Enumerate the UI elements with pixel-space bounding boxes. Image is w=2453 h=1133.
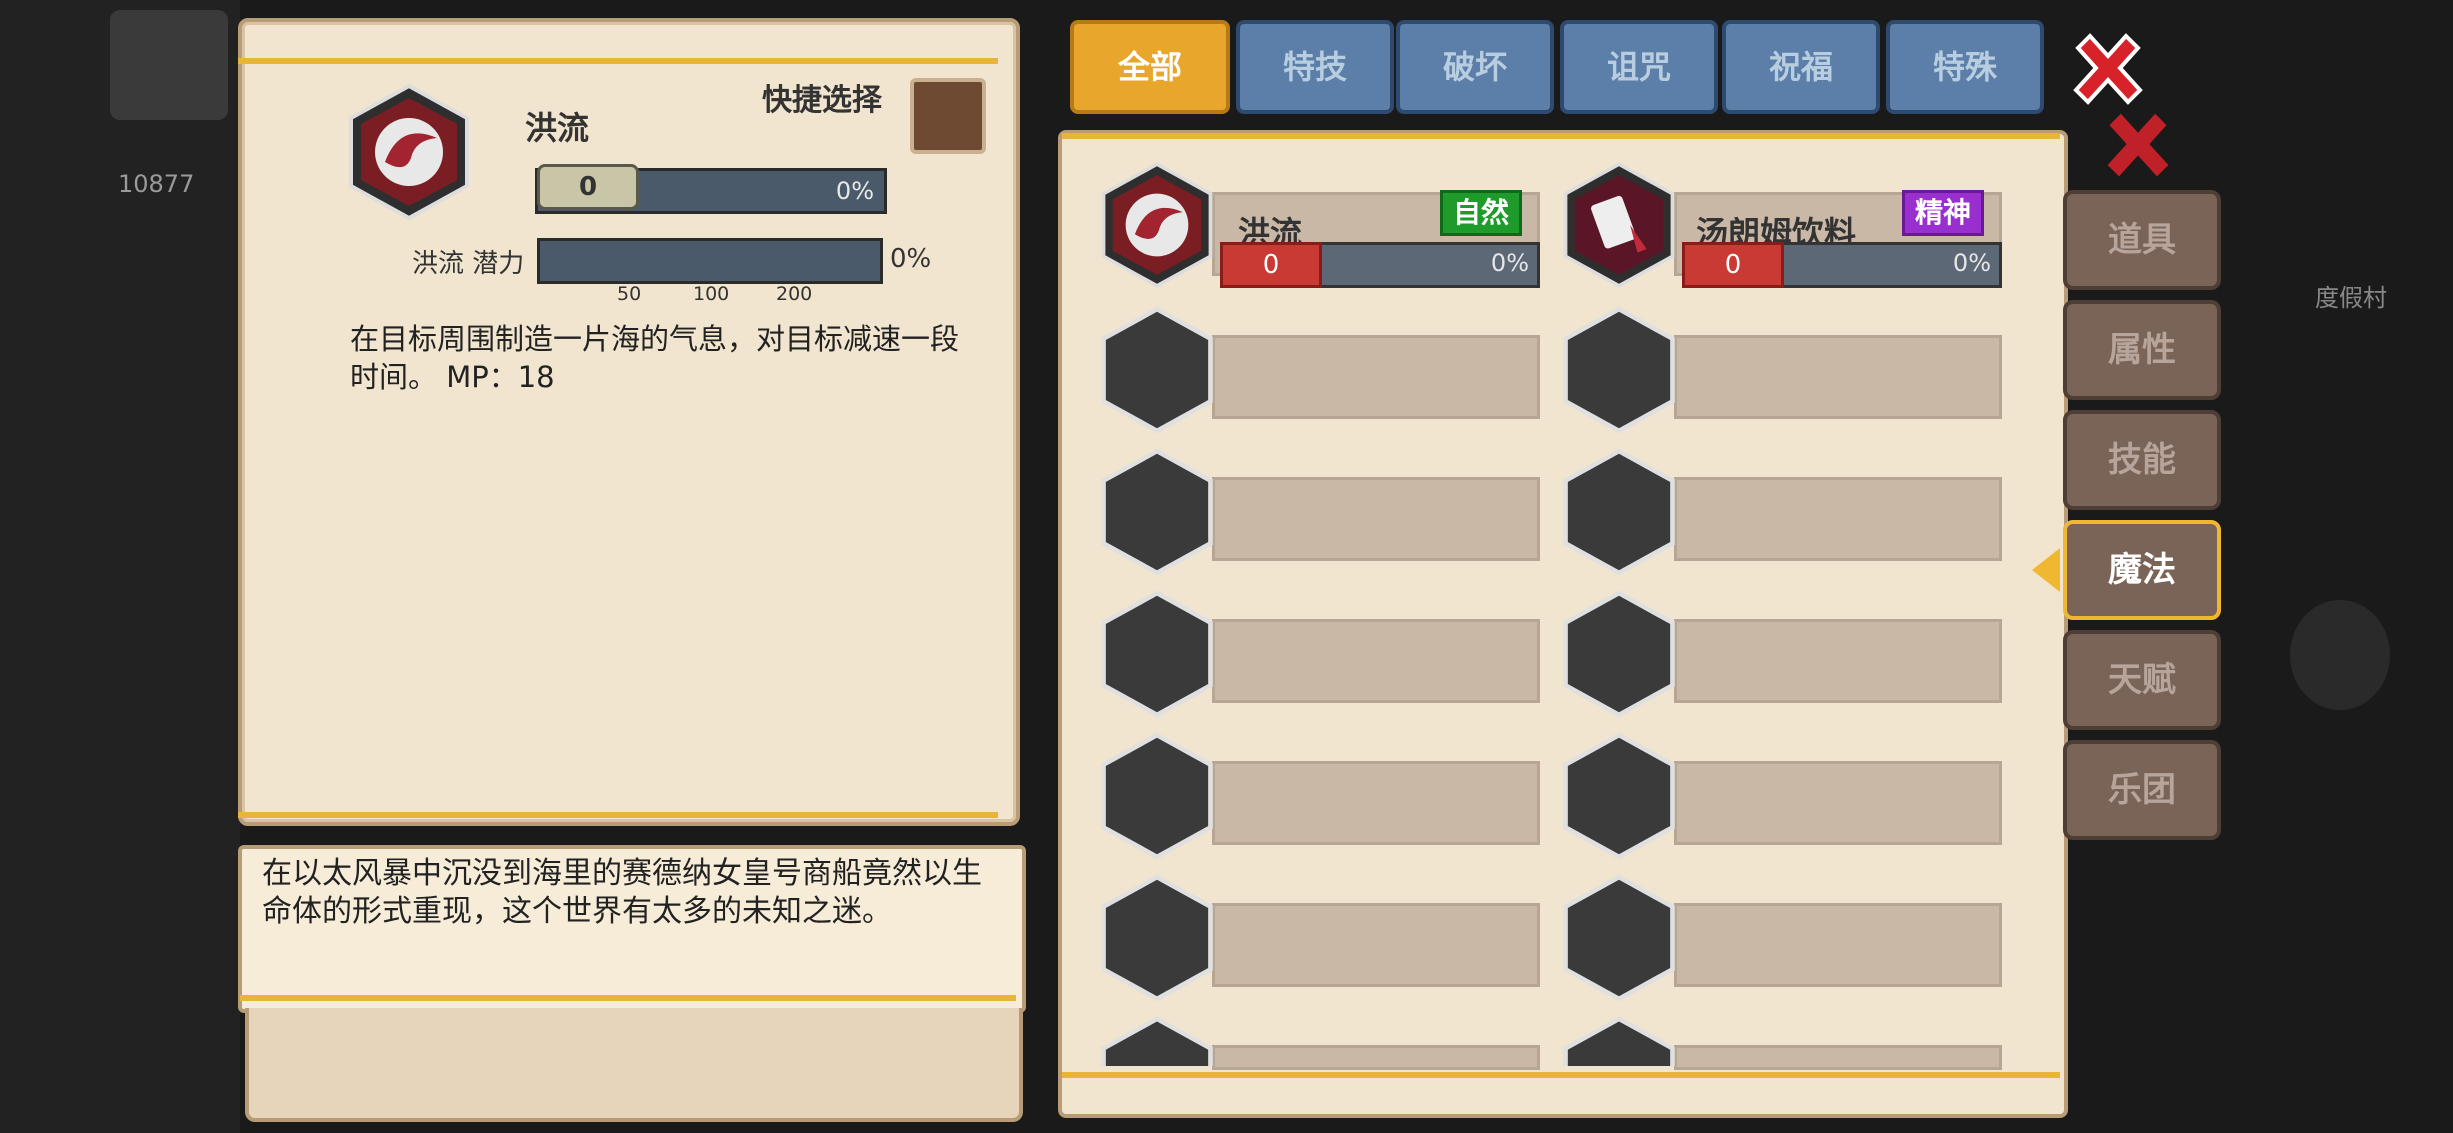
empty-slot-bar[interactable] [1212,477,1540,561]
side-tab-items[interactable]: 道具 [2063,190,2221,290]
close-icon-secondary[interactable] [2100,108,2176,184]
skill-name: 洪流 [525,109,590,147]
empty-slot-bar[interactable] [1674,761,2002,845]
skill-level-pct: 0% [1952,249,1991,277]
potential-pct: 0% [890,244,932,274]
lore-text: 在以太风暴中沉没到海里的赛德纳女皇号商船竟然以生命体的形式重现，这个世界有太多的… [262,856,982,929]
list-bottom-line [1062,1072,2060,1078]
panel-divider [238,812,998,818]
empty-slot-bar[interactable] [1674,477,2002,561]
tab-all[interactable]: 全部 [1070,20,1230,114]
potential-bar [537,238,883,284]
empty-slot-hex-icon[interactable] [1098,1015,1216,1066]
tag-spirit: 精神 [1902,190,1985,236]
tab-bless[interactable]: 祝福 [1722,20,1880,114]
skill-level-pct: 0% [1490,249,1529,277]
panel-divider [238,58,998,64]
rum-drink-skill-icon[interactable] [1560,160,1678,290]
potential-tick-50: 50 [617,283,642,305]
empty-slot-hex-icon[interactable] [1560,731,1678,861]
skill-description: 在目标周围制造一片海的气息，对目标减速一段时间。 MP：18 [350,322,960,394]
tag-nature: 自然 [1440,190,1523,236]
empty-slot-hex-icon[interactable] [1560,873,1678,1003]
skill-level-pct: 0% [835,177,874,205]
resort-label: 度假村 [2315,284,2387,312]
empty-slot-bar[interactable] [1212,761,1540,845]
empty-slot-bar[interactable] [1212,619,1540,703]
empty-slot-hex-icon[interactable] [1560,305,1678,435]
potential-tick-200: 200 [776,283,813,305]
panel-footer [245,1008,1023,1122]
empty-slot-hex-icon[interactable] [1098,305,1216,435]
skill-level-value: 0 [1220,242,1322,288]
tab-stunt[interactable]: 特技 [1236,20,1394,114]
flood-skill-icon [349,83,469,221]
empty-slot-hex-icon[interactable] [1560,589,1678,719]
close-icon[interactable] [2068,30,2148,110]
empty-slot-bar[interactable] [1212,903,1540,987]
empty-slot-hex-icon[interactable] [1560,447,1678,577]
active-tab-pointer [2032,548,2060,592]
tab-curse[interactable]: 诅咒 [1560,20,1718,114]
side-tab-band[interactable]: 乐团 [2063,740,2221,840]
quick-select-label: 快捷选择 [762,83,882,118]
side-tab-talent[interactable]: 天赋 [2063,630,2221,730]
list-top-line [1062,133,2060,139]
empty-slot-hex-icon[interactable] [1098,873,1216,1003]
empty-slot-bar[interactable] [1212,1045,1540,1070]
empty-slot-bar[interactable] [1674,619,2002,703]
side-tab-attributes[interactable]: 属性 [2063,300,2221,400]
side-tab-magic[interactable]: 魔法 [2063,520,2221,620]
quick-select-slot[interactable] [910,78,986,154]
empty-slot-bar[interactable] [1674,903,2002,987]
tab-destroy[interactable]: 破坏 [1396,20,1554,114]
empty-slot-hex-icon[interactable] [1098,589,1216,719]
empty-slot-bar[interactable] [1212,335,1540,419]
empty-slot-hex-icon[interactable] [1560,1015,1678,1066]
tab-special[interactable]: 特殊 [1886,20,2044,114]
flood-skill-icon[interactable] [1098,160,1216,290]
coin-count: 10877 [118,170,195,198]
skill-level-value: 0 [1682,242,1784,288]
empty-slot-bar[interactable] [1674,1045,2002,1070]
potential-label: 洪流 潜力 [412,249,525,279]
lore-divider [240,995,1016,1001]
player-avatar[interactable] [110,10,228,120]
settings-gear-icon[interactable] [2290,600,2390,710]
side-tab-skills[interactable]: 技能 [2063,410,2221,510]
skill-level-value: 0 [537,164,639,210]
potential-tick-100: 100 [693,283,730,305]
empty-slot-hex-icon[interactable] [1098,731,1216,861]
empty-slot-bar[interactable] [1674,335,2002,419]
empty-slot-hex-icon[interactable] [1098,447,1216,577]
